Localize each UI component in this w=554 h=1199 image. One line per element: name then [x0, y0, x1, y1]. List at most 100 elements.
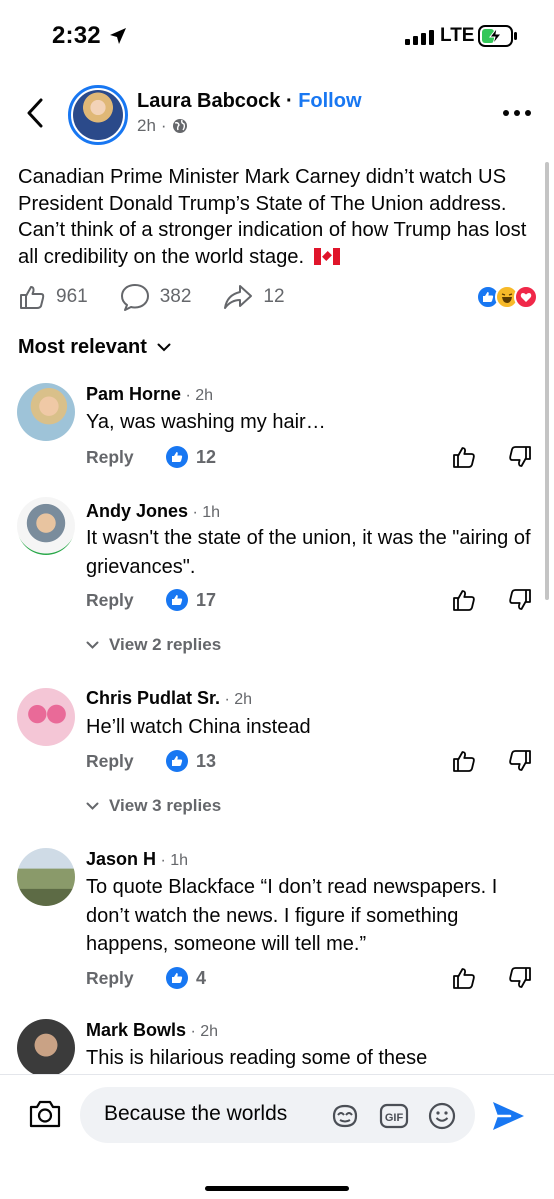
- comment-sort-dropdown[interactable]: Most relevant: [18, 336, 171, 359]
- view-replies-button[interactable]: View 2 replies: [86, 635, 221, 655]
- camera-icon[interactable]: [28, 1099, 62, 1129]
- avatar-sticker-icon[interactable]: [329, 1100, 361, 1132]
- comment-time: 1h: [170, 852, 189, 869]
- comment-text: He’ll watch China instead: [86, 716, 311, 738]
- commenter-name-line: Andy Jones · 1h: [86, 501, 221, 521]
- commenter-avatar[interactable]: [17, 1019, 75, 1077]
- downvote-button[interactable]: [506, 443, 534, 471]
- comment-actions: Reply 4: [86, 964, 536, 992]
- globe-icon: [172, 119, 187, 133]
- like-count: 961: [56, 286, 88, 307]
- commenter-name[interactable]: Jason H: [86, 849, 156, 869]
- share-arrow-icon: [224, 285, 253, 309]
- comment-composer: Because the worlds GIF: [0, 1074, 554, 1199]
- downvote-button[interactable]: [506, 964, 534, 992]
- comment-time: 2h: [200, 1023, 219, 1040]
- battery-charging-icon: [478, 25, 517, 47]
- reply-button[interactable]: Reply: [86, 751, 166, 772]
- reply-button[interactable]: Reply: [86, 968, 166, 989]
- back-button[interactable]: [20, 96, 50, 130]
- signal-bars-icon: [405, 30, 434, 45]
- emoji-icon[interactable]: [426, 1100, 458, 1132]
- follow-button[interactable]: Follow: [298, 90, 361, 112]
- comment-count: 382: [159, 286, 192, 307]
- downvote-button[interactable]: [506, 747, 534, 775]
- comment-actions: Reply 17: [86, 586, 536, 614]
- author-avatar[interactable]: [68, 85, 128, 145]
- comment-text: To quote Blackface “I don’t read newspap…: [86, 876, 498, 955]
- like-action[interactable]: 961: [18, 283, 88, 311]
- commenter-avatar[interactable]: [17, 383, 75, 441]
- thumbs-down-outline-icon: [509, 446, 531, 467]
- comment-text: Ya, was washing my hair…: [86, 411, 326, 433]
- post-age[interactable]: 2h: [137, 116, 156, 136]
- chevron-down-icon: [86, 802, 99, 810]
- reply-button[interactable]: Reply: [86, 590, 166, 611]
- gif-icon[interactable]: GIF: [378, 1100, 410, 1132]
- comment-time: 2h: [234, 691, 253, 708]
- commenter-name[interactable]: Chris Pudlat Sr.: [86, 688, 220, 708]
- comment-input-value[interactable]: Because the worlds: [104, 1102, 287, 1126]
- sort-label: Most relevant: [18, 336, 147, 358]
- canada-flag-icon: [313, 247, 340, 265]
- author-name[interactable]: Laura Babcock: [137, 90, 280, 112]
- commenter-name[interactable]: Pam Horne: [86, 384, 181, 404]
- scrollbar[interactable]: [545, 162, 549, 600]
- author-line: Laura Babcock · Follow: [137, 90, 362, 113]
- post-action-row: 961 382 12: [18, 282, 538, 312]
- like-badge-icon: [166, 589, 188, 611]
- thumbs-down-outline-icon: [509, 589, 531, 610]
- comment-input[interactable]: Because the worlds GIF: [80, 1087, 475, 1143]
- downvote-button[interactable]: [506, 586, 534, 614]
- comment-like-count[interactable]: 12: [166, 446, 216, 468]
- share-count: 12: [263, 286, 285, 307]
- thumbs-up-outline-icon: [453, 590, 475, 611]
- thumbs-up-outline-icon: [453, 968, 475, 989]
- post-body: Canadian Prime Minister Mark Carney didn…: [18, 166, 527, 268]
- separator-dot: ·: [285, 90, 293, 112]
- comment-action[interactable]: 382: [120, 283, 192, 311]
- chevron-left-icon: [27, 98, 43, 128]
- status-bar: 2:32 LTE: [0, 0, 554, 74]
- location-arrow-icon: [110, 28, 126, 44]
- upvote-button[interactable]: [450, 964, 478, 992]
- commenter-name-line: Jason H · 1h: [86, 849, 189, 869]
- status-time: 2:32: [52, 22, 101, 49]
- view-replies-button[interactable]: View 3 replies: [86, 796, 221, 816]
- thumbs-up-outline-icon: [453, 751, 475, 772]
- commenter-avatar[interactable]: [17, 688, 75, 746]
- separator-dot: ·: [160, 116, 167, 135]
- upvote-button[interactable]: [450, 586, 478, 614]
- reaction-summary[interactable]: [476, 285, 538, 309]
- commenter-avatar[interactable]: [17, 497, 75, 555]
- home-indicator[interactable]: [205, 1186, 349, 1191]
- commenter-name[interactable]: Mark Bowls: [86, 1020, 186, 1040]
- network-label: LTE: [440, 25, 475, 46]
- comment-like-count[interactable]: 4: [166, 967, 206, 989]
- post-text: Canadian Prime Minister Mark Carney didn…: [18, 164, 538, 270]
- love-reaction-icon: [514, 285, 538, 309]
- comment-like-count[interactable]: 13: [166, 750, 216, 772]
- thumbs-down-outline-icon: [509, 750, 531, 771]
- comment-like-count[interactable]: 17: [166, 589, 216, 611]
- thumbs-up-icon: [20, 286, 45, 309]
- post-header: Laura Babcock · Follow 2h ·: [0, 80, 554, 150]
- commenter-name-line: Chris Pudlat Sr. · 2h: [86, 688, 253, 708]
- commenter-name-line: Mark Bowls · 2h: [86, 1020, 219, 1040]
- like-badge-icon: [166, 967, 188, 989]
- upvote-button[interactable]: [450, 747, 478, 775]
- commenter-avatar[interactable]: [17, 848, 75, 906]
- like-badge-icon: [166, 446, 188, 468]
- more-options-button[interactable]: [503, 110, 531, 116]
- share-action[interactable]: 12: [223, 283, 285, 311]
- thumbs-down-outline-icon: [509, 967, 531, 988]
- comment-text: This is hilarious reading some of these: [86, 1047, 428, 1069]
- reply-button[interactable]: Reply: [86, 447, 166, 468]
- post-meta: 2h ·: [137, 116, 188, 136]
- send-icon[interactable]: [490, 1099, 526, 1133]
- upvote-button[interactable]: [450, 443, 478, 471]
- comment-bubble-icon: [120, 284, 149, 311]
- commenter-name[interactable]: Andy Jones: [86, 501, 188, 521]
- commenter-name-line: Pam Horne · 2h: [86, 384, 214, 404]
- comment-actions: Reply 12: [86, 443, 536, 471]
